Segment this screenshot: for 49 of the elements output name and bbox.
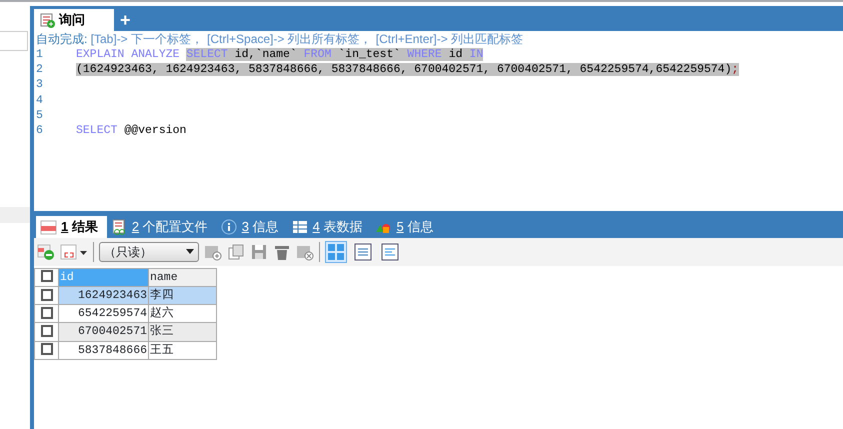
column-header[interactable]: id <box>58 268 148 286</box>
result-tab[interactable]: 5 信息 <box>371 216 442 238</box>
table-icon <box>292 218 309 234</box>
table-cell: 张三 <box>148 322 216 341</box>
mode-select[interactable]: （只读） <box>99 242 199 262</box>
checkbox[interactable] <box>40 288 52 301</box>
table-cell: 1624923463 <box>58 286 148 304</box>
line-number: 4 <box>35 92 44 108</box>
add-row-icon[interactable] <box>37 242 55 260</box>
shortcut-hint: [Tab]-> 下一个标签， <box>90 32 204 46</box>
input-field[interactable] <box>0 31 28 51</box>
line-number: 6 <box>35 122 44 138</box>
checkbox[interactable] <box>40 270 52 282</box>
line-number: 3 <box>35 77 44 93</box>
code-line: SELECT @@version <box>76 122 186 138</box>
shortcut-hint: [Ctrl+Space]-> 列出所有标签， <box>207 32 372 46</box>
shortcut-hint: [Ctrl+Enter]-> 列出匹配标签 <box>376 32 524 46</box>
filter-dropdown-icon[interactable] <box>60 242 88 260</box>
save-icon[interactable] <box>250 242 268 260</box>
table-cell: 李四 <box>148 286 216 304</box>
text-view-button[interactable] <box>379 240 401 262</box>
hint-label: 自动完成: <box>36 32 88 46</box>
line-number: 5 <box>35 108 44 123</box>
profile-icon <box>110 218 128 234</box>
new-tab-button[interactable]: + <box>114 9 137 31</box>
query-tab[interactable]: 询问 <box>34 9 114 31</box>
code-line: EXPLAIN ANALYZE SELECT id,`name` FROM `in_test` WHERE id IN <box>76 47 484 62</box>
caret-icon <box>186 249 194 254</box>
column-header[interactable]: name <box>148 268 216 286</box>
query-icon <box>40 12 55 28</box>
line-number: 2 <box>35 62 44 78</box>
checkbox[interactable] <box>40 325 52 338</box>
table-cell: 5837848666 <box>58 341 148 360</box>
grid-view-button[interactable] <box>325 240 347 262</box>
form-view-button[interactable] <box>352 240 374 262</box>
checkbox[interactable] <box>40 306 52 319</box>
table-cell: 王五 <box>148 341 216 360</box>
info-icon <box>220 218 238 234</box>
result-tab[interactable]: 3 信息 <box>216 216 288 238</box>
list-row-highlight <box>0 207 30 223</box>
result-tab[interactable]: 4 表数据 <box>288 216 372 238</box>
result-tab[interactable]: 2 个配置文件 <box>106 216 217 238</box>
table-cell: 6700402571 <box>58 322 148 341</box>
line-number: 1 <box>35 47 44 62</box>
result-tab[interactable]: 1 结果 <box>36 216 107 238</box>
grid-icon <box>40 218 57 234</box>
copy-icon[interactable] <box>227 242 245 260</box>
code-line: (1624923463, 1624923463, 5837848666, 5837848666, 6700402571, 6700402571, 6542259574,6542259574); <box>76 62 739 78</box>
checkbox[interactable] <box>40 343 52 356</box>
